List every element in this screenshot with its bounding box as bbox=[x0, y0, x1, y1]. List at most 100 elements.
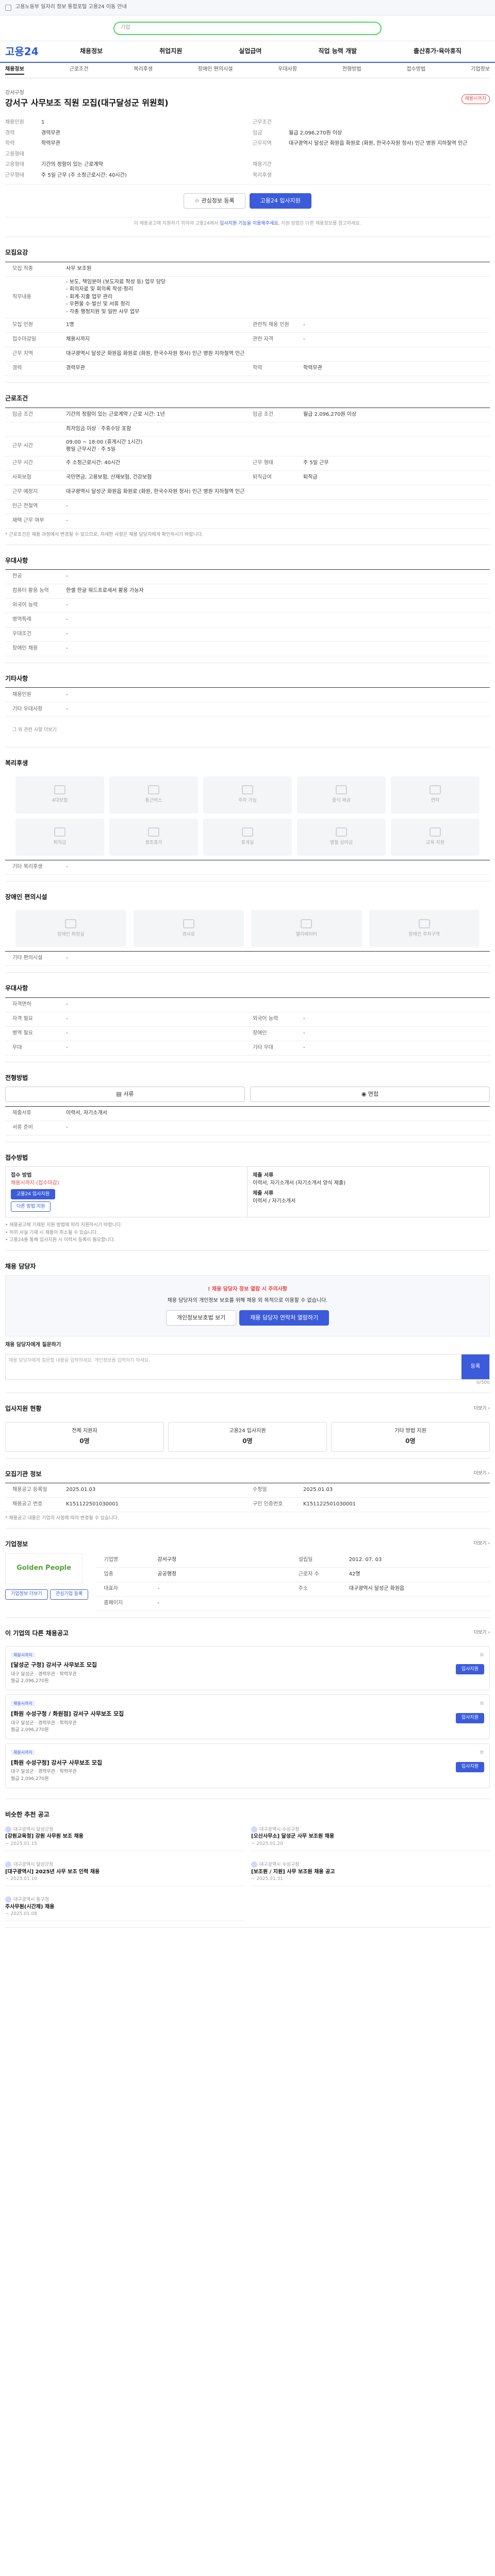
gnb-item-leave[interactable]: 출산휴가·육아휴직 bbox=[414, 47, 461, 56]
gnb-item-training[interactable]: 직업 능력 개발 bbox=[318, 47, 357, 56]
company-more-link[interactable]: 더보기 › bbox=[474, 1540, 490, 1547]
recruit-section: 모집요강 모집 직종 사무 보조원 직무내용 - 보도, 책임분야 (보도자료 작성 … bbox=[5, 237, 490, 383]
welfare-label: 4대보험 bbox=[52, 798, 68, 804]
privacy-law-button[interactable]: 개인정보보호법 보기 bbox=[166, 1310, 237, 1326]
job-info-key: 근무지역 bbox=[253, 141, 272, 147]
bookmark-icon[interactable]: ☆ bbox=[480, 1700, 484, 1708]
row-key-2: 관련 자격 bbox=[253, 336, 273, 343]
method-document: ▤ 서류 bbox=[5, 1086, 245, 1102]
disability-other-value: - bbox=[66, 955, 68, 961]
job-card[interactable]: 채용시까지 [달성군 구청] 강서구 사무보조 모집 대구 달성군 · 경력무관 ·… bbox=[5, 1646, 490, 1691]
welfare-other-key: 기타 복리후생 bbox=[12, 864, 43, 870]
row-value: 최저임금 이상 · 주휴수당 포함 bbox=[66, 426, 131, 432]
recommend-section: 비슷한 추천 공고 대구광역시 달성군청 [강원교육청] 강원 사무원 보조 채용… bbox=[5, 1799, 490, 1928]
facility-label: 경사로 bbox=[182, 931, 195, 937]
company-info-button[interactable]: 기업정보 더보기 bbox=[5, 1589, 48, 1600]
job-info-key: 복리후생 bbox=[253, 172, 272, 178]
recruit-title: 모집요강 bbox=[5, 249, 28, 257]
recommend-item[interactable]: 대구광역시 수성구청 [오산사무소] 달성군 사무 보조원 채용 ~ 2025.01… bbox=[251, 1823, 490, 1852]
apply-button[interactable]: 고용24 입사지원 bbox=[249, 193, 311, 209]
job-info-key: 근무조건 bbox=[253, 120, 272, 126]
job-info-row: 채용기간 bbox=[253, 161, 490, 169]
recommend-item[interactable]: 대구광역시 수성구청 [보조원 / 지원] 사무 보조원 채용 공고 ~ 2025.… bbox=[251, 1858, 490, 1887]
disability-grid: 장애인 화장실 경사로 엘리베이터 장애인 주차구역 bbox=[5, 906, 490, 951]
recommend-title[interactable]: [오산사무소] 달성군 사무 보조원 채용 bbox=[251, 1833, 490, 1841]
job-card[interactable]: 채용시까지 [화원 수성구청] 강서구 사무보조 모집 대구 달성군 · 경력무관 … bbox=[5, 1743, 490, 1788]
recommend-item[interactable]: 대구광역시 달성군청 [대구광역시] 2025년 사무 보조 인력 채용 ~ 202… bbox=[5, 1858, 244, 1887]
row-key-2: 임금 조건 bbox=[253, 411, 273, 417]
recommend-title[interactable]: [강원교육청] 강원 사무원 보조 채용 bbox=[5, 1833, 244, 1841]
home-icon[interactable] bbox=[5, 4, 11, 11]
apply-online-button[interactable]: 고용24 입사지원 bbox=[11, 1189, 55, 1200]
info-title: 모집기관 정보 bbox=[5, 1470, 42, 1478]
gnb-item-benefit[interactable]: 실업급여 bbox=[239, 47, 261, 56]
welfare-icon bbox=[336, 827, 347, 837]
recommend-item[interactable]: 대구광역시 동구청 주사무원(시간제) 채용 ~ 2025.01.08 bbox=[5, 1893, 244, 1922]
tab-welfare[interactable]: 복리후생 bbox=[134, 66, 153, 75]
status-more-link[interactable]: 더보기 › bbox=[474, 1405, 490, 1412]
welfare-icon bbox=[430, 827, 441, 837]
qa-textarea[interactable]: 채용 담당자에게 질문할 내용을 입력하세요. 개인정보를 입력하지 마세요. bbox=[6, 1354, 461, 1379]
tab-selection[interactable]: 전형방법 bbox=[342, 66, 361, 75]
similar-more-link[interactable]: 더보기 › bbox=[474, 1630, 490, 1636]
search-input[interactable]: 기업 bbox=[113, 21, 382, 35]
row-key: 인근 전철역 bbox=[12, 503, 38, 509]
qa-send-button[interactable]: 등록 bbox=[461, 1354, 489, 1380]
others-link[interactable]: 그 외 관련 사항 더보기 bbox=[5, 720, 490, 741]
tab-disability[interactable]: 장애인 편의시설 bbox=[198, 66, 233, 75]
recommend-title[interactable]: [보조원 / 지원] 사무 보조원 채용 공고 bbox=[251, 1869, 490, 1876]
job-info-row: 근무조건 bbox=[253, 119, 490, 127]
method-interview-label: 면접 bbox=[368, 1090, 379, 1097]
table-row: 채용공고 등록일 2025.01.03 수정일 2025.01.03 bbox=[5, 1483, 490, 1498]
bookmark-icon[interactable]: ☆ bbox=[480, 1749, 484, 1757]
welfare-tile: 퇴직금 bbox=[15, 818, 104, 856]
row-key: 병역특례 bbox=[12, 617, 31, 623]
job-card[interactable]: 채용시까지 [화원 수성구청 / 화원점] 강서구 사무보조 모집 대구 달성군 ·… bbox=[5, 1694, 490, 1740]
scrap-button[interactable]: ☆ 관심정보 등록 bbox=[184, 193, 245, 209]
welfare-label: 교육 지원 bbox=[426, 840, 444, 846]
preference-title: 우대사항 bbox=[5, 556, 28, 564]
apply-bullet: • 고용24를 통해 입사지원 시 이력서 등록이 필요합니다. bbox=[5, 1238, 116, 1243]
row-key: 근무 시간 bbox=[12, 443, 33, 449]
tab-application[interactable]: 접수방법 bbox=[407, 66, 426, 75]
recommend-title: 비슷한 추천 공고 bbox=[5, 1810, 50, 1818]
job-card-apply-button[interactable]: 입사지원 bbox=[455, 1713, 484, 1723]
welfare-tile: 4대보험 bbox=[15, 776, 104, 814]
row-key: 대표자 bbox=[104, 1585, 118, 1591]
job-info-key: 고용형태 bbox=[5, 151, 24, 157]
job-card-apply-button[interactable]: 입사지원 bbox=[455, 1664, 484, 1675]
tab-company[interactable]: 기업정보 bbox=[471, 66, 490, 75]
tab-recruit[interactable]: 채용정보 bbox=[5, 66, 24, 75]
bookmark-icon[interactable]: ☆ bbox=[480, 1652, 484, 1659]
job-card-title[interactable]: [달성군 구청] 강서구 사무보조 모집 bbox=[11, 1661, 97, 1669]
tab-preference[interactable]: 우대사항 bbox=[278, 66, 297, 75]
status-value: 0명 bbox=[79, 1437, 90, 1445]
gnb-item-jobs[interactable]: 채용정보 bbox=[80, 47, 103, 56]
status-label: 전체 지원자 bbox=[72, 1428, 97, 1434]
recommend-title[interactable]: 주사무원(시간제) 채용 bbox=[5, 1904, 244, 1911]
job-card-title[interactable]: [화원 수성구청 / 화원점] 강서구 사무보조 모집 bbox=[11, 1710, 124, 1718]
table-row: 제출서류 이력서, 자기소개서 bbox=[5, 1107, 490, 1121]
tab-conditions[interactable]: 근로조건 bbox=[70, 66, 89, 75]
info-more-link[interactable]: 더보기 › bbox=[474, 1470, 490, 1477]
table-row: 자격면허 - bbox=[5, 998, 490, 1012]
table-row: 컴퓨터 활용 능력 한셀 한글 워드프로세서 활용 가능자 bbox=[5, 584, 490, 599]
row-value-2: 월급 2,096,270원 이상 bbox=[303, 411, 357, 417]
job-card-title[interactable]: [화원 수성구청] 강서구 사무보조 모집 bbox=[11, 1759, 102, 1767]
row-value-2: K151122501030001 bbox=[303, 1501, 356, 1507]
company-follow-button[interactable]: 관심기업 등록 bbox=[50, 1589, 89, 1600]
apply-other-button[interactable]: 다른 방법 지원 bbox=[11, 1201, 51, 1212]
site-logo[interactable]: 고용24 bbox=[5, 44, 52, 59]
welfare-label: 휴게실 bbox=[241, 840, 254, 846]
row-value: - 보도, 책임분야 (보도자료 작성 등) 업무 담당 - 회의자료 및 회의… bbox=[66, 279, 166, 315]
star-icon: ☆ bbox=[194, 197, 202, 205]
recommend-item[interactable]: 대구광역시 달성군청 [강원교육청] 강원 사무원 보조 채용 ~ 2025.01.… bbox=[5, 1823, 244, 1852]
contact-view-button[interactable]: 채용 담당자 연락처 열람하기 bbox=[239, 1310, 329, 1326]
recommend-title[interactable]: [대구광역시] 2025년 사무 보조 인력 채용 bbox=[5, 1869, 244, 1876]
job-card-meta: 대구 달성군 · 경력무관 · 학력무관 bbox=[11, 1720, 77, 1726]
job-info-row: 근무형태 주 5일 근무 (주 소정근로시간: 40시간) bbox=[5, 172, 242, 180]
apply-note-link[interactable]: 입사지원 기능을 이용해주세요. bbox=[220, 221, 279, 226]
gnb-item-support[interactable]: 취업지원 bbox=[159, 47, 182, 56]
row-key: 우대 bbox=[12, 1044, 22, 1050]
job-card-apply-button[interactable]: 입사지원 bbox=[455, 1761, 484, 1772]
